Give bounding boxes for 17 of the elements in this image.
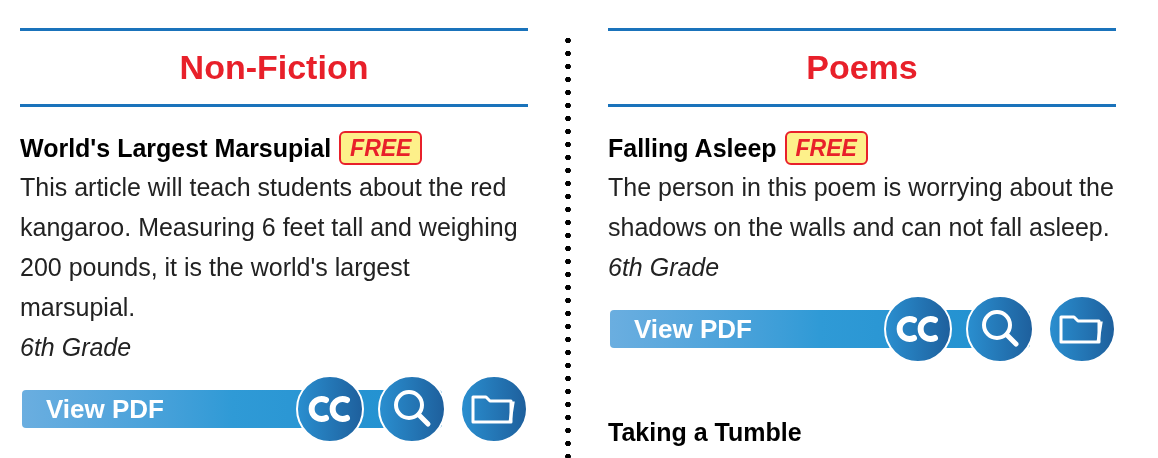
- item-title[interactable]: World's Largest Marsupial: [20, 131, 332, 165]
- grade-label: 6th Grade: [608, 252, 721, 283]
- grade-label: 6th Grade: [20, 332, 133, 363]
- item-description: The person in this poem is worrying about the shadows on the walls and can not fall asleep.: [608, 172, 1115, 243]
- closed-captions-icon[interactable]: [296, 375, 364, 443]
- search-icon[interactable]: [966, 295, 1034, 363]
- item-title[interactable]: Taking a Tumble: [608, 415, 802, 449]
- section-heading: Poems: [806, 47, 918, 88]
- section-heading: Non-Fiction: [179, 47, 369, 88]
- free-badge: FREE: [339, 131, 423, 165]
- search-icon[interactable]: [378, 375, 446, 443]
- item-title[interactable]: Falling Asleep: [608, 131, 777, 165]
- item-description: This article will teach students about the red kangaroo. Measuring 6 feet tall and weighing 200 pounds, it is the world's largest marsupial.: [20, 172, 519, 323]
- folder-icon[interactable]: [460, 375, 528, 443]
- folder-icon[interactable]: [1048, 295, 1116, 363]
- closed-captions-icon[interactable]: [884, 295, 952, 363]
- free-badge: FREE: [784, 131, 868, 165]
